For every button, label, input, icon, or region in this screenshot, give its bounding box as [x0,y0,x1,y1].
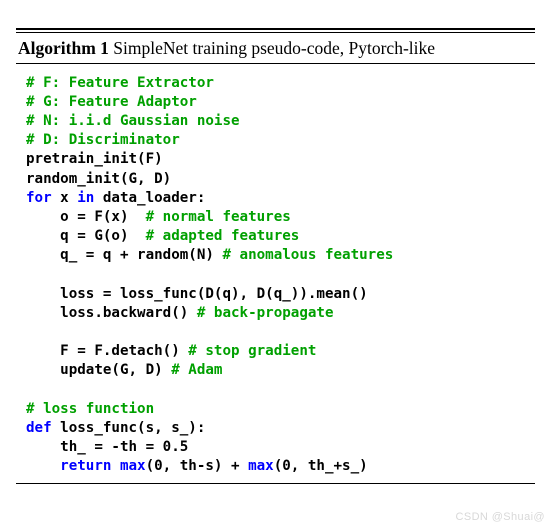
code-line: th_ = -th = 0.5 [26,438,535,457]
code-text: F = F.detach() [60,343,189,360]
code-comment: # adapted features [145,228,300,245]
code-line: # D: Discriminator [26,131,535,150]
code-keyword: max [119,458,146,475]
algorithm-float: Algorithm 1 SimpleNet training pseudo-co… [16,28,535,484]
code-text: loss_func(s, s_): [51,419,206,436]
code-line: update(G, D) # Adam [26,361,535,380]
code-text: pretrain_init(F) [26,151,163,168]
code-keyword: max [248,458,274,475]
code-line: for x in data_loader: [26,189,535,208]
algorithm-caption: Algorithm 1 SimpleNet training pseudo-co… [16,33,535,60]
pseudocode-block: # F: Feature Extractor # G: Feature Adapt… [26,74,535,477]
code-text: (0, th-s) + [145,458,249,475]
code-line: random_init(G, D) [26,170,535,189]
code-line: # N: i.i.d Gaussian noise [26,112,535,131]
code-line: F = F.detach() # stop gradient [26,342,535,361]
code-line: def loss_func(s, s_): [26,419,535,438]
code-comment: # loss function [26,400,155,417]
code-text: x [51,189,78,206]
algorithm-title-text: SimpleNet training pseudo-code, Pytorch-… [113,37,436,58]
code-comment: # normal features [145,208,291,225]
code-text: o = F(x) [60,208,146,225]
code-text: update(G, D) [60,362,172,379]
code-line: o = F(x) # normal features [26,208,535,227]
code-line: # loss function [26,400,535,419]
code-text: random_init(G, D) [26,170,172,187]
code-comment: # G: Feature Adaptor [26,93,197,110]
code-keyword: return [60,458,120,475]
code-comment: # back-propagate [196,304,334,321]
code-text: loss = loss_func(D(q), D(q_)).mean() [60,285,368,302]
algorithm-caption-rule [16,62,535,64]
code-text: q = G(o) [60,228,146,245]
watermark: CSDN @Shuai@ [455,511,545,523]
code-line: q = G(o) # adapted features [26,227,535,246]
code-line: loss = loss_func(D(q), D(q_)).mean() [26,285,535,304]
code-text: th_ = -th = 0.5 [60,439,189,456]
code-line: # F: Feature Extractor [26,74,535,93]
code-line: # G: Feature Adaptor [26,93,535,112]
code-keyword: def [26,419,52,436]
code-text: q_ = q + random(N) [60,247,223,264]
code-comment: # F: Feature Extractor [26,74,214,91]
code-text: data_loader: [94,189,206,206]
code-text: (0, th_+s_) [273,458,368,475]
code-line: q_ = q + random(N) # anomalous features [26,246,535,265]
code-comment: # Adam [171,362,223,379]
code-comment: # stop gradient [188,343,317,360]
code-line: loss.backward() # back-propagate [26,304,535,323]
algorithm-label: Algorithm 1 [18,37,109,58]
code-line: return max(0, th-s) + max(0, th_+s_) [26,457,535,476]
code-comment: # D: Discriminator [26,132,180,149]
code-comment: # N: i.i.d Gaussian noise [26,112,240,129]
code-keyword: in [77,189,95,206]
algorithm-bottom-rule [16,482,535,484]
algorithm-title: SimpleNet training pseudo-code, Pytorch-… [109,38,435,58]
code-line: pretrain_init(F) [26,150,535,169]
code-text: loss.backward() [60,304,197,321]
code-comment: # anomalous features [222,247,394,264]
code-keyword: for [26,189,52,206]
